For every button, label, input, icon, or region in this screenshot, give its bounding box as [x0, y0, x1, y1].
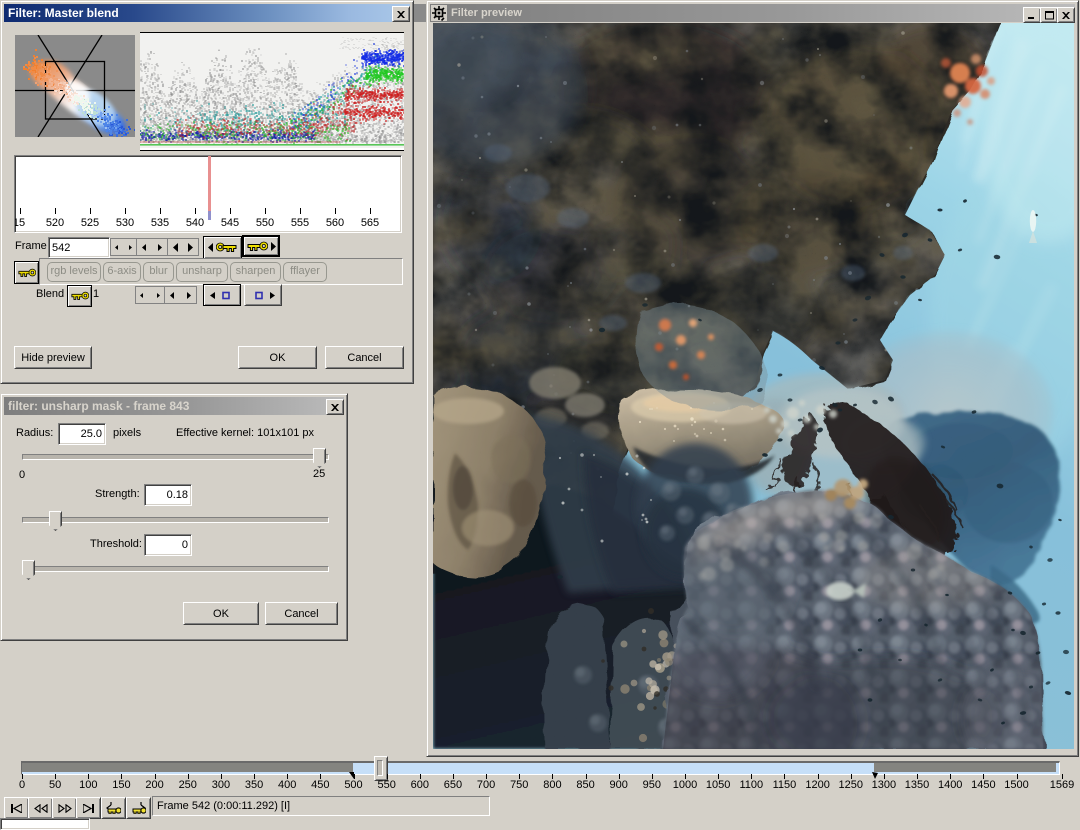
svg-text:555: 555	[291, 217, 309, 229]
svg-text:0: 0	[19, 779, 25, 791]
svg-text:550: 550	[256, 217, 274, 229]
svg-text:450: 450	[311, 779, 329, 791]
svg-text:950: 950	[643, 779, 661, 791]
svg-text:15: 15	[15, 217, 25, 229]
svg-text:565: 565	[361, 217, 379, 229]
svg-text:545: 545	[221, 217, 239, 229]
svg-text:300: 300	[212, 779, 230, 791]
svg-text:50: 50	[49, 779, 61, 791]
svg-text:750: 750	[510, 779, 528, 791]
svg-text:1569: 1569	[1050, 779, 1074, 791]
svg-text:535: 535	[151, 217, 169, 229]
svg-text:600: 600	[411, 779, 429, 791]
svg-text:520: 520	[46, 217, 64, 229]
svg-text:1350: 1350	[905, 779, 929, 791]
svg-text:1300: 1300	[872, 779, 896, 791]
svg-text:540: 540	[186, 217, 204, 229]
svg-text:800: 800	[543, 779, 561, 791]
svg-text:1050: 1050	[706, 779, 730, 791]
svg-text:350: 350	[245, 779, 263, 791]
svg-text:1450: 1450	[971, 779, 995, 791]
svg-text:560: 560	[326, 217, 344, 229]
svg-text:650: 650	[444, 779, 462, 791]
svg-text:500: 500	[344, 779, 362, 791]
svg-text:900: 900	[610, 779, 628, 791]
svg-text:1200: 1200	[805, 779, 829, 791]
svg-text:1000: 1000	[673, 779, 697, 791]
svg-text:550: 550	[377, 779, 395, 791]
svg-text:200: 200	[145, 779, 163, 791]
svg-text:250: 250	[179, 779, 197, 791]
svg-text:1100: 1100	[739, 779, 763, 791]
svg-text:700: 700	[477, 779, 495, 791]
svg-text:850: 850	[576, 779, 594, 791]
svg-text:1500: 1500	[1004, 779, 1028, 791]
svg-text:400: 400	[278, 779, 296, 791]
svg-text:100: 100	[79, 779, 97, 791]
svg-text:530: 530	[116, 217, 134, 229]
svg-text:1400: 1400	[938, 779, 962, 791]
svg-text:525: 525	[81, 217, 99, 229]
svg-text:150: 150	[112, 779, 130, 791]
svg-text:1150: 1150	[773, 779, 797, 791]
svg-text:1250: 1250	[839, 779, 863, 791]
